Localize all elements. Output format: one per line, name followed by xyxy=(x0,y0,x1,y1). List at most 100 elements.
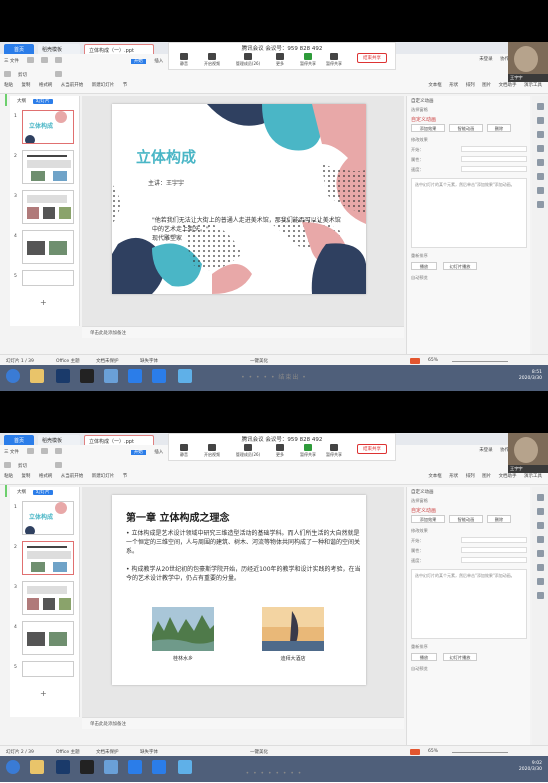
from-current-button[interactable]: 从当前开始 xyxy=(61,83,84,88)
undo-icon[interactable] xyxy=(55,448,63,454)
format-painter-button[interactable]: 格式刷 xyxy=(39,474,53,479)
doc-protect[interactable]: 文档未保护 xyxy=(96,749,119,755)
tool-icon[interactable] xyxy=(536,173,544,180)
copy-button[interactable]: 复制 xyxy=(21,474,30,479)
new-slide-button[interactable]: 新建幻灯片 xyxy=(92,83,115,88)
file-menu[interactable]: 三 文件 xyxy=(4,59,19,64)
zoom-level[interactable]: 65% xyxy=(428,358,438,363)
doc-protect[interactable]: 文档未保护 xyxy=(96,358,119,364)
share-icon[interactable] xyxy=(536,578,544,585)
play-button[interactable]: 播放 xyxy=(411,262,437,270)
cut-icon[interactable] xyxy=(4,71,11,77)
play-slideshow-icon[interactable] xyxy=(410,358,420,364)
zoom-slider[interactable] xyxy=(452,361,508,362)
slide-thumb-2[interactable] xyxy=(22,150,74,184)
slideshow-button[interactable]: 幻灯片播放 xyxy=(443,262,477,270)
notes-field[interactable]: 单击此处添加备注 xyxy=(82,717,404,729)
video-button[interactable]: 开启视频 xyxy=(201,444,223,458)
video-button[interactable]: 开启视频 xyxy=(201,53,223,67)
add-slide-icon[interactable]: + xyxy=(40,298,47,307)
select-pane-link[interactable]: 选择窗格 xyxy=(407,497,530,505)
slideshow-button[interactable]: 幻灯片播放 xyxy=(443,653,477,661)
end-share-button[interactable]: 结束共享 xyxy=(357,444,387,454)
select-pane-link[interactable]: 选择窗格 xyxy=(407,106,530,114)
mute-button[interactable]: 静音 xyxy=(173,444,195,458)
tab-slides[interactable]: 幻灯片 xyxy=(33,490,53,495)
tab-home[interactable]: 首页 xyxy=(4,44,34,54)
missing-font[interactable]: 缺失字体 xyxy=(140,358,158,364)
paste-button[interactable]: 粘贴 xyxy=(4,83,13,88)
slide-thumb-4[interactable] xyxy=(22,621,74,655)
slide-2[interactable]: 第一章 立体构成之理念 • 立体构成是艺术设计领域中研究三维造型活动的基础学科。… xyxy=(112,495,366,685)
tab-home[interactable]: 首页 xyxy=(4,435,34,445)
tab-document[interactable]: 立体构成（一）.ppt xyxy=(84,435,154,445)
animation-list[interactable]: 选中幻灯片的某个元素，然后单击"添加效果"添加动画。 xyxy=(411,569,527,639)
shape-button[interactable]: 形状 xyxy=(449,474,458,479)
property-select[interactable] xyxy=(461,547,527,553)
shape-button[interactable]: 形状 xyxy=(449,83,458,88)
file-menu[interactable]: 三 文件 xyxy=(4,450,19,455)
missing-font[interactable]: 缺失字体 xyxy=(140,749,158,755)
more-button[interactable]: 更多 xyxy=(269,53,291,67)
end-share-button[interactable]: 结束共享 xyxy=(357,53,387,63)
backup-icon[interactable] xyxy=(536,159,544,166)
cut-icon[interactable] xyxy=(4,462,11,468)
play-icon[interactable] xyxy=(55,71,63,77)
backup-icon[interactable] xyxy=(536,550,544,557)
select-icon[interactable] xyxy=(536,103,544,110)
slide-thumb-3[interactable] xyxy=(22,581,74,615)
members-button[interactable]: 管理成员(26) xyxy=(233,53,263,67)
zoom-level[interactable]: 65% xyxy=(428,749,438,754)
design-icon[interactable] xyxy=(536,522,544,529)
tab-start[interactable]: 开始 xyxy=(130,449,146,455)
copy-button[interactable]: 复制 xyxy=(21,83,30,88)
tab-insert[interactable]: 插入 xyxy=(154,450,163,455)
beautify-button[interactable]: 一键美化 xyxy=(250,358,268,364)
autopreview-checkbox[interactable]: 自动预览 xyxy=(407,665,432,673)
members-button[interactable]: 管理成员(26) xyxy=(233,444,263,458)
print-icon[interactable] xyxy=(41,57,49,63)
present-tools-button[interactable]: 演示工具 xyxy=(524,474,542,479)
animation-list[interactable]: 选中幻灯片的某个元素，然后单击"添加效果"添加动画。 xyxy=(411,178,527,248)
doc-assistant-button[interactable]: 文档助手 xyxy=(499,474,517,479)
property-select[interactable] xyxy=(461,156,527,162)
add-effect-button[interactable]: 添加效果 xyxy=(411,124,445,132)
cut-button[interactable]: 剪切 xyxy=(18,464,27,469)
property-icon[interactable] xyxy=(536,536,544,543)
smart-animation-button[interactable]: 智能动画 xyxy=(449,124,483,132)
speed-select[interactable] xyxy=(461,557,527,563)
add-slide-icon[interactable]: + xyxy=(40,689,47,698)
smart-animation-button[interactable]: 智能动画 xyxy=(449,515,483,523)
new-slide-button[interactable]: 新建幻灯片 xyxy=(92,474,115,479)
property-icon[interactable] xyxy=(536,145,544,152)
pause-button[interactable]: 暂停共享 xyxy=(323,53,345,67)
pause-share-button[interactable]: 暂停共享 xyxy=(297,444,319,458)
play-button[interactable]: 播放 xyxy=(411,653,437,661)
format-painter-button[interactable]: 格式刷 xyxy=(39,83,53,88)
pause-share-button[interactable]: 暂停共享 xyxy=(297,53,319,67)
notes-field[interactable]: 单击此处添加备注 xyxy=(82,326,404,338)
delete-button[interactable]: 删除 xyxy=(487,515,511,523)
slide-thumb-2[interactable] xyxy=(22,541,74,575)
zoom-slider[interactable] xyxy=(452,752,508,753)
slide-thumb-5[interactable] xyxy=(22,661,74,677)
slide-thumb-5[interactable] xyxy=(22,270,74,286)
help-icon[interactable] xyxy=(536,592,544,599)
present-tools-button[interactable]: 演示工具 xyxy=(524,83,542,88)
share-icon[interactable] xyxy=(536,187,544,194)
section-button[interactable]: 节 xyxy=(123,474,128,479)
textbox-button[interactable]: 文本框 xyxy=(428,474,442,479)
add-effect-button[interactable]: 添加效果 xyxy=(411,515,445,523)
animation-icon[interactable] xyxy=(536,508,544,515)
from-current-button[interactable]: 从当前开始 xyxy=(61,474,84,479)
tab-templates[interactable]: 稻壳模板 xyxy=(38,435,80,445)
arrange-button[interactable]: 排列 xyxy=(466,474,475,479)
pause-button[interactable]: 暂停共享 xyxy=(323,444,345,458)
save-icon[interactable] xyxy=(27,57,35,63)
delete-button[interactable]: 删除 xyxy=(487,124,511,132)
cut-button[interactable]: 剪切 xyxy=(18,73,27,78)
save-icon[interactable] xyxy=(27,448,35,454)
start-select[interactable] xyxy=(461,146,527,152)
slide-thumb-1[interactable]: 立体构成 xyxy=(22,501,74,535)
mute-button[interactable]: 静音 xyxy=(173,53,195,67)
